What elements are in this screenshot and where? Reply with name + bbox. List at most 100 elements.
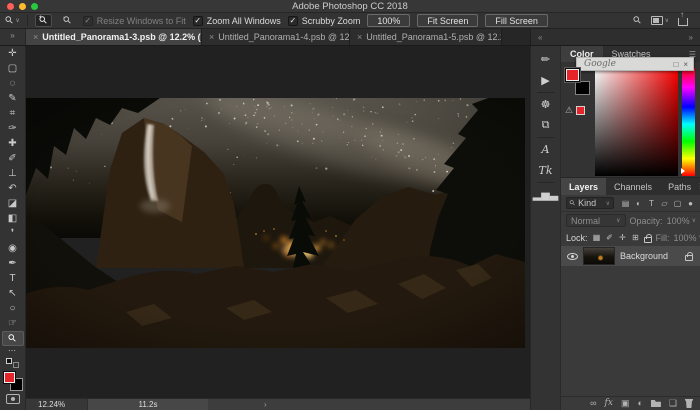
zoom-out-button[interactable]: ⚲ −	[59, 14, 76, 27]
canvas-pasteboard[interactable]	[26, 46, 530, 398]
panel-background-swatch[interactable]	[575, 81, 590, 95]
scrubby-zoom-checkbox[interactable]: ✓ Scrubby Zoom	[288, 16, 361, 26]
brush-tool[interactable]: ✐	[2, 151, 24, 166]
brush-settings-icon[interactable]: ✏	[533, 49, 559, 70]
document-tab-1[interactable]: × Untitled_Panorama1-3.psb @ 12.2% (RGB/…	[26, 29, 202, 45]
document-tab-2[interactable]: × Untitled_Panorama1-4.psb @ 12.2% (La..…	[202, 29, 350, 45]
zoom-all-windows-checkbox[interactable]: ✓ Zoom All Windows	[193, 16, 281, 26]
hue-slider[interactable]	[682, 68, 695, 176]
gradient-tool[interactable]: ◧	[2, 211, 24, 226]
gamut-color-swatch[interactable]	[576, 106, 585, 115]
move-tool[interactable]: ✛	[2, 46, 24, 61]
spot-healing-brush-tool[interactable]: ✚	[2, 136, 24, 151]
clone-source-icon[interactable]: ⧉	[533, 115, 559, 136]
edit-toolbar-button[interactable]: ⋯	[8, 346, 17, 356]
workspace-switcher[interactable]: ∨	[651, 16, 669, 25]
document-tab-3[interactable]: × Untitled_Panorama1-5.psb @ 12.2% (ra..…	[350, 29, 502, 45]
add-layer-mask-icon[interactable]: ▣	[621, 399, 630, 408]
adjustment-filter-icon[interactable]: ◐	[633, 199, 644, 208]
delete-layer-icon[interactable]	[685, 399, 693, 408]
tool-preset-well[interactable]: ⚲ ∨	[6, 15, 20, 26]
blur-tool[interactable]: ❜	[2, 226, 24, 241]
zoom-window-button[interactable]	[31, 3, 38, 10]
close-icon[interactable]: ×	[33, 32, 38, 42]
opacity-dropdown[interactable]: 100% ∨	[667, 216, 696, 226]
new-layer-icon[interactable]: ❏	[669, 399, 677, 408]
ellipse-tool[interactable]: ○	[2, 301, 24, 316]
rectangular-marquee-tool[interactable]: ▢	[2, 61, 24, 76]
share-icon[interactable]	[678, 18, 688, 26]
tab-layers[interactable]: Layers	[561, 178, 606, 195]
link-layers-icon[interactable]: ∞	[590, 399, 596, 408]
type-tool[interactable]: T	[2, 271, 24, 286]
image-filter-icon[interactable]: ▤	[620, 199, 631, 208]
lasso-tool[interactable]: ◌	[2, 76, 24, 91]
pen-tool[interactable]: ✒	[2, 256, 24, 271]
eyedropper-tool[interactable]: ✑	[2, 121, 24, 136]
document-area: 12.24% 11.2s ›	[26, 46, 530, 410]
status-chevron[interactable]: ›	[264, 400, 267, 409]
path-selection-tool[interactable]: ↖	[2, 286, 24, 301]
layer-row-background[interactable]: Background	[561, 246, 700, 266]
new-adjustment-layer-icon[interactable]: ◐	[637, 399, 642, 408]
fill-value: 100%	[674, 233, 697, 243]
type-filter-icon[interactable]: T	[646, 199, 657, 208]
document-tab-bar: » × Untitled_Panorama1-3.psb @ 12.2% (RG…	[0, 29, 700, 46]
default-colors-icon[interactable]	[6, 358, 19, 368]
divider	[537, 137, 555, 138]
restore-window-icon[interactable]: □	[673, 60, 678, 69]
hue-slider-marker[interactable]	[681, 168, 685, 174]
layer-style-icon[interactable]: fx	[605, 399, 613, 408]
lock-transparent-pixels-icon[interactable]: ▦	[592, 233, 602, 242]
zoom-tool[interactable]: ⚲	[2, 331, 24, 346]
glyphs-icon[interactable]: A	[533, 139, 559, 160]
navigator-icon[interactable]: ☸	[533, 94, 559, 115]
tab-channels[interactable]: Channels	[606, 178, 660, 195]
panel-foreground-swatch[interactable]	[565, 68, 580, 82]
minimize-window-button[interactable]	[19, 3, 26, 10]
lock-image-pixels-icon[interactable]: ✐	[605, 233, 615, 242]
crop-tool[interactable]: ⌗	[2, 106, 24, 121]
lock-all-icon[interactable]	[644, 237, 652, 243]
lock-artboard-icon[interactable]: ⊞	[631, 233, 641, 242]
filter-kind-dropdown[interactable]: ⚲ Kind ∨	[566, 197, 614, 209]
hand-tool[interactable]: ☞	[2, 316, 24, 331]
quick-mask-button[interactable]	[6, 394, 20, 404]
dodge-tool[interactable]: ◉	[2, 241, 24, 256]
resize-windows-to-fit-checkbox[interactable]: ✓ Resize Windows to Fit	[83, 16, 186, 26]
shape-filter-icon[interactable]: ▱	[659, 199, 670, 208]
layer-thumbnail[interactable]	[584, 248, 614, 264]
eraser-tool[interactable]: ◪	[2, 196, 24, 211]
actual-pixels-button[interactable]: 100%	[367, 14, 410, 27]
close-icon[interactable]: ×	[357, 32, 362, 42]
layer-visibility-eye-icon[interactable]	[567, 253, 578, 260]
close-icon[interactable]: ×	[209, 32, 214, 42]
zoom-level-field[interactable]: 12.24%	[26, 399, 88, 410]
zoom-in-button[interactable]: ⚲ +	[35, 14, 52, 27]
fill-dropdown[interactable]: 100% ∨	[674, 233, 700, 243]
new-group-icon[interactable]	[651, 400, 661, 407]
close-icon[interactable]: ×	[683, 60, 688, 69]
filter-pin-icon[interactable]: ●	[685, 199, 696, 208]
close-window-button[interactable]	[7, 3, 14, 10]
toolbar-collapse-chevron[interactable]: »	[0, 29, 26, 45]
foreground-color-swatch[interactable]	[3, 371, 16, 384]
quick-selection-tool[interactable]: ✎	[2, 91, 24, 106]
collapse-panels-chevron[interactable]: «	[538, 33, 542, 42]
panorama-image[interactable]	[26, 98, 525, 348]
lock-position-icon[interactable]: ✛	[618, 233, 628, 242]
expand-panels-chevron[interactable]: »	[689, 33, 693, 42]
actions-icon[interactable]: ▶	[533, 70, 559, 91]
blend-mode-dropdown[interactable]: Normal ∨	[566, 214, 626, 227]
tab-paths[interactable]: Paths	[660, 178, 699, 195]
clone-stamp-tool[interactable]: ⊥	[2, 166, 24, 181]
search-icon[interactable]: ⚲	[631, 14, 644, 27]
fill-screen-button[interactable]: Fill Screen	[485, 14, 548, 27]
character-styles-icon[interactable]: Tk	[533, 160, 559, 181]
histogram-icon[interactable]: ▂▅▃	[533, 184, 559, 205]
smart-object-filter-icon[interactable]: ▢	[672, 199, 683, 208]
history-brush-tool[interactable]: ↶	[2, 181, 24, 196]
layers-panel-footer: ∞ fx ▣ ◐ ❏	[561, 396, 700, 410]
saturation-brightness-field[interactable]	[595, 68, 678, 176]
fit-screen-button[interactable]: Fit Screen	[417, 14, 478, 27]
